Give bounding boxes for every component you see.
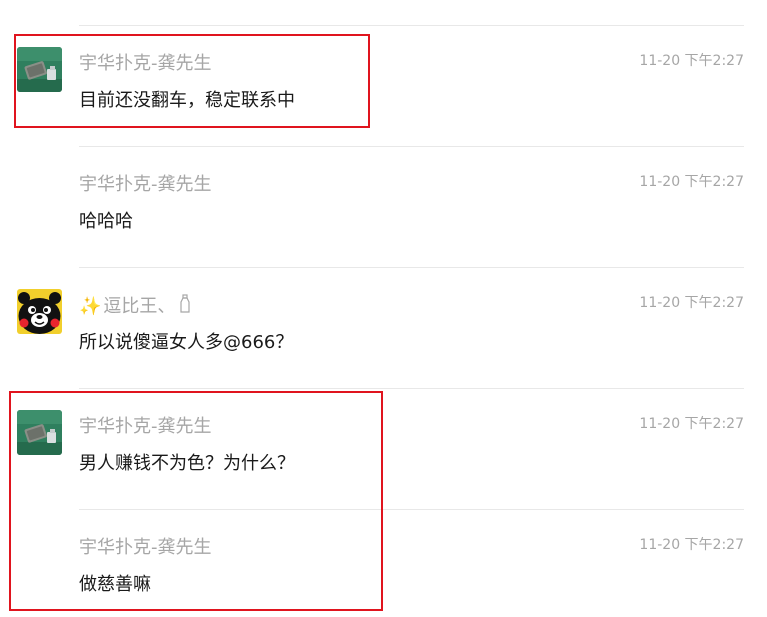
highlight-box bbox=[9, 391, 383, 611]
sender-name[interactable]: ✨ 逗比王、 bbox=[79, 294, 191, 319]
message-divider bbox=[79, 25, 744, 26]
chat-message[interactable]: 宇华扑克-龚先生 哈哈哈 11-20 下午2:27 bbox=[0, 158, 767, 278]
kumamon-avatar bbox=[17, 289, 62, 334]
message-time: 11-20 下午2:27 bbox=[639, 295, 744, 311]
sender-name-text: 逗比王、 bbox=[103, 296, 176, 317]
chat-message[interactable]: ✨ 逗比王、 所以说傻逼女人多@666？ 11-20 下午2:27 bbox=[0, 279, 767, 399]
sparkles-icon: ✨ bbox=[79, 296, 102, 317]
sender-name[interactable]: 宇华扑克-龚先生 bbox=[79, 173, 212, 197]
bottle-icon bbox=[180, 294, 191, 313]
message-time: 11-20 下午2:27 bbox=[639, 537, 744, 553]
message-time: 11-20 下午2:27 bbox=[639, 416, 744, 432]
message-time: 11-20 下午2:27 bbox=[639, 53, 744, 69]
message-text: 哈哈哈 bbox=[79, 211, 133, 232]
message-text: 所以说傻逼女人多@666？ bbox=[79, 332, 294, 353]
highlight-box bbox=[14, 34, 370, 128]
message-time: 11-20 下午2:27 bbox=[639, 174, 744, 190]
avatar[interactable] bbox=[17, 289, 62, 334]
